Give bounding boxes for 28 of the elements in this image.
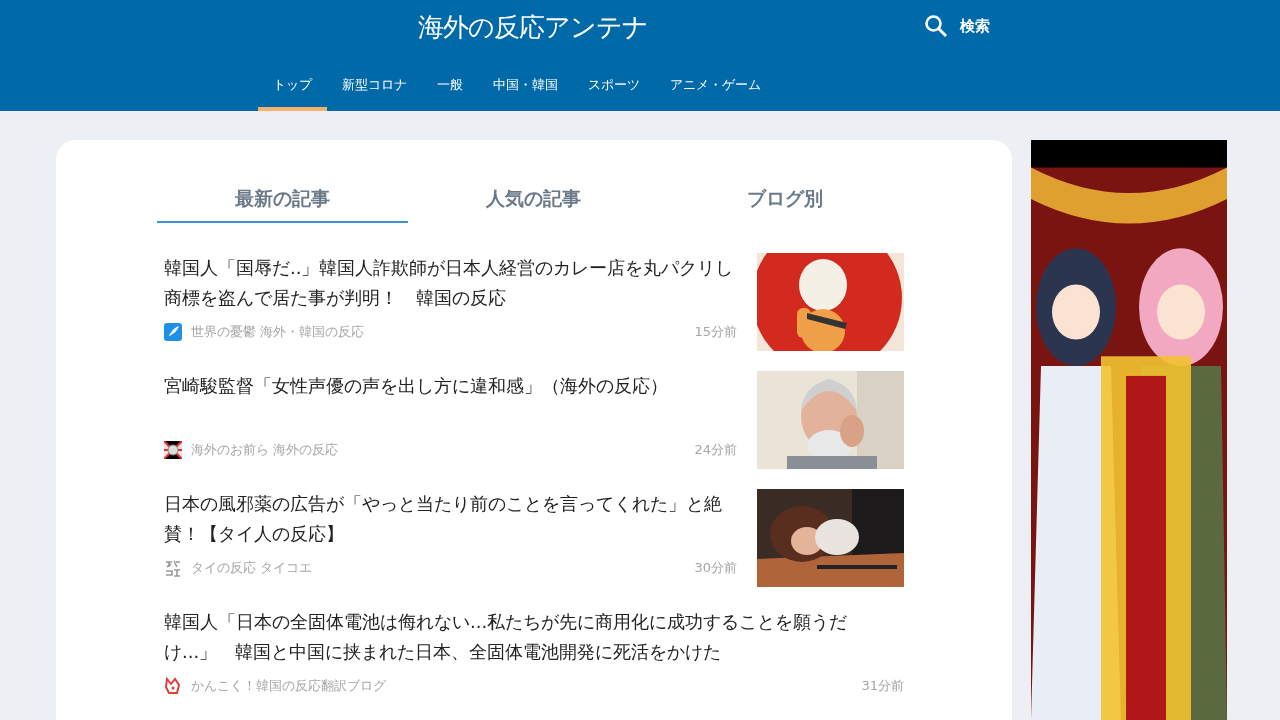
article-source: かんこく！韓国の反応翻訳ブログ bbox=[191, 677, 386, 695]
feather-icon bbox=[164, 323, 182, 341]
article-tab[interactable]: 最新の記事 bbox=[157, 176, 408, 223]
logo-icon bbox=[164, 559, 182, 577]
nav-tab[interactable]: 一般 bbox=[422, 58, 478, 111]
article-title[interactable]: 韓国人「日本の全固体電池は侮れない...私たちが先に商用化に成功することを願うだけ...」 韓国と中国に挟まれた日本、全固体電池開発に死活をかけた bbox=[157, 607, 856, 667]
article-time: 15分前 bbox=[694, 323, 737, 341]
search-button[interactable]: 検索 bbox=[924, 14, 990, 38]
fox-icon bbox=[164, 677, 182, 695]
article-title[interactable]: 宮崎駿監督「女性声優の声を出し方に違和感」（海外の反応） bbox=[157, 371, 737, 401]
nav-tab[interactable]: アニメ・ゲーム bbox=[655, 58, 776, 111]
nav-tab[interactable]: スポーツ bbox=[573, 58, 655, 111]
article-tab[interactable]: ブログ別 bbox=[659, 176, 910, 223]
article-time: 24分前 bbox=[694, 441, 737, 459]
article-time: 31分前 bbox=[861, 677, 904, 695]
site-logo[interactable]: 海外の反応アンテナ bbox=[418, 10, 648, 45]
burst-icon bbox=[164, 441, 182, 459]
search-icon bbox=[924, 14, 948, 38]
article-source: タイの反応 タイコエ bbox=[191, 559, 313, 577]
nav-tab[interactable]: 中国・韓国 bbox=[478, 58, 573, 111]
article-source: 海外のお前ら 海外の反応 bbox=[191, 441, 339, 459]
article-time: 30分前 bbox=[694, 559, 737, 577]
nav-tab[interactable]: トップ bbox=[258, 58, 327, 111]
article-title[interactable]: 韓国人「国辱だ..」韓国人詐欺師が日本人経営のカレー店を丸パクリし商標を盗んで居た事が判明！ 韓国の反応 bbox=[157, 253, 737, 313]
article-tab[interactable]: 人気の記事 bbox=[408, 176, 659, 223]
nav-tab[interactable]: 新型コロナ bbox=[327, 58, 422, 111]
article-source: 世界の憂鬱 海外・韓国の反応 bbox=[191, 323, 365, 341]
article-title[interactable]: 日本の風邪薬の広告が「やっと当たり前のことを言ってくれた」と絶賛！【タイ人の反応】 bbox=[157, 489, 737, 549]
